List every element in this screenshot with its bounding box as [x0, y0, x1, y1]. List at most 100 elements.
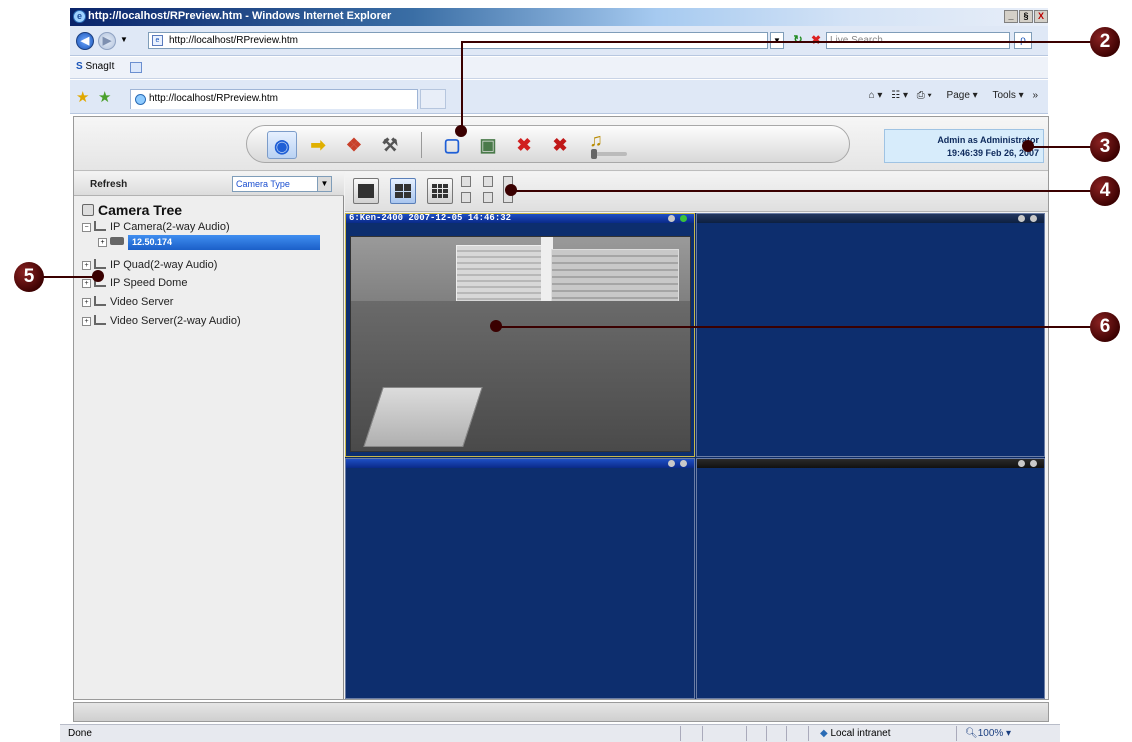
video-pane-1[interactable]: 6:Ken-2400 2007-12-05 14:46:32 — [345, 213, 695, 457]
arrow-icon: ➡ — [310, 135, 326, 155]
layout-toolbar — [345, 172, 1048, 212]
tree-node-label: Video Server — [110, 296, 174, 308]
expand-icon[interactable]: + — [82, 317, 91, 326]
pane-option-icon[interactable] — [668, 215, 675, 222]
refresh-icon: ↻ — [793, 34, 803, 46]
fullscreen-icon: ▢ — [443, 135, 461, 155]
video-pane-4[interactable] — [696, 458, 1045, 699]
page-down-icon[interactable] — [461, 192, 471, 203]
status-text: Done — [68, 728, 92, 739]
disconnect-all-button[interactable]: ✖ — [545, 131, 575, 159]
maximize-button[interactable]: § — [1019, 10, 1033, 23]
snagit-window-icon[interactable] — [130, 62, 142, 73]
disconnect-button[interactable]: ✖ — [509, 131, 539, 159]
history-dropdown-icon[interactable]: ▼ — [120, 35, 128, 44]
app-scrollbar[interactable] — [73, 702, 1049, 722]
layout-1x1-button[interactable] — [353, 178, 379, 204]
zoom-icon: 🔍︎ — [965, 728, 978, 739]
page-menu[interactable]: Page ▾ — [941, 90, 978, 101]
expand-icon[interactable]: + — [82, 298, 91, 307]
status-divider — [808, 726, 809, 741]
video-pane-header — [697, 459, 1044, 468]
callout-4: 4 — [1090, 176, 1120, 206]
selected-camera-label: 12.50.174 — [128, 235, 320, 250]
close-button[interactable]: X — [1034, 10, 1048, 23]
zoom-level[interactable]: 🔍︎100% ▾ — [965, 728, 1011, 739]
back-button[interactable]: ◀ — [76, 32, 94, 50]
home-icon[interactable]: ⌂ ▾ — [869, 90, 883, 101]
feeds-icon[interactable]: ☷ ▾ — [891, 90, 908, 101]
pane-option-icon[interactable] — [1018, 460, 1025, 467]
chevron-more-icon[interactable]: » — [1032, 90, 1038, 101]
refresh-link[interactable]: Refresh — [90, 179, 127, 190]
status-divider — [956, 726, 957, 741]
status-divider — [702, 726, 703, 741]
folder-icon — [94, 221, 106, 231]
layout-2x2-button[interactable] — [390, 178, 416, 204]
page-first-icon[interactable] — [483, 176, 493, 187]
layout-2x2-icon — [395, 184, 411, 198]
tree-node-label: Video Server(2-way Audio) — [110, 315, 241, 327]
snagit-button[interactable]: S SnagIt — [76, 61, 114, 72]
forward-icon: ▶ — [102, 35, 112, 47]
collapse-icon[interactable]: − — [82, 223, 91, 232]
tree-node-video-server-audio[interactable]: + Video Server(2-way Audio) — [82, 315, 241, 327]
expand-icon[interactable]: + — [82, 261, 91, 270]
video-pane-2[interactable] — [696, 213, 1045, 457]
pane-close-icon[interactable] — [680, 460, 687, 467]
tools-menu[interactable]: Tools ▾ — [986, 90, 1023, 101]
live-view-button[interactable]: ◉ — [267, 131, 297, 159]
callout-3-line — [1028, 146, 1094, 148]
tree-node-video-server[interactable]: + Video Server — [82, 296, 173, 308]
config-button[interactable]: ❖ — [339, 131, 369, 159]
favorites-bar: ★ ★ http://localhost/RPreview.htm ⌂ ▾ ☷ … — [70, 80, 1048, 114]
callout-5-line — [40, 276, 98, 278]
tree-node-label: IP Speed Dome — [110, 277, 188, 289]
pane-close-icon[interactable] — [1030, 215, 1037, 222]
expand-icon[interactable]: + — [98, 238, 107, 247]
pane-option-icon[interactable] — [1018, 215, 1025, 222]
status-divider — [786, 726, 787, 741]
tree-node-camera-selected[interactable]: +12.50.174 — [98, 235, 324, 251]
tree-node-ip-camera[interactable]: − IP Camera(2-way Audio) — [82, 221, 230, 233]
camera-tree-panel: Refresh Camera Type ▼ Camera Tree − IP Ca… — [74, 172, 344, 699]
tree-node-label: IP Quad(2-way Audio) — [110, 259, 218, 271]
tree-node-ip-quad[interactable]: + IP Quad(2-way Audio) — [82, 259, 217, 271]
snapshot-button[interactable]: ▣ — [473, 131, 503, 159]
hammer-icon: ⚒ — [381, 135, 399, 155]
page-up-icon[interactable] — [461, 176, 471, 187]
pane-close-icon[interactable] — [1030, 460, 1037, 467]
security-zone-label: Local intranet — [830, 728, 891, 739]
browser-tab[interactable]: http://localhost/RPreview.htm — [130, 89, 418, 109]
feed-box — [363, 387, 483, 447]
print-icon[interactable]: ⎙ ▾ — [917, 90, 932, 101]
camera-type-select[interactable]: Camera Type ▼ — [232, 176, 332, 192]
toolbar-divider — [421, 132, 422, 158]
new-tab-button[interactable] — [420, 89, 446, 109]
callout-3-dot — [1022, 140, 1034, 152]
snagit-icon: S — [76, 61, 83, 72]
main-toolbar: ◉ ➡ ❖ ⚒ ▢ ▣ ✖ ✖ ♫ Admin as Administrator… — [74, 117, 1048, 171]
video-pane-header: 6:Ken-2400 2007-12-05 14:46:32 — [346, 213, 694, 223]
speaker-icon: ♫ — [589, 130, 603, 150]
window-titlebar: e http://localhost/RPreview.htm - Window… — [70, 8, 1048, 26]
page-last-icon[interactable] — [483, 192, 493, 203]
pane-option-icon[interactable] — [668, 460, 675, 467]
playback-button[interactable]: ➡ — [303, 131, 333, 159]
tools-button[interactable]: ⚒ — [375, 131, 405, 159]
volume-slider-handle[interactable] — [591, 149, 597, 159]
expand-icon[interactable]: + — [82, 279, 91, 288]
toolbar-pill: ◉ ➡ ❖ ⚒ ▢ ▣ ✖ ✖ ♫ — [246, 125, 850, 163]
callout-2-line — [461, 41, 1093, 43]
pane-status-icon[interactable] — [680, 215, 687, 222]
add-favorites-icon[interactable]: ★ — [98, 88, 111, 106]
globe-icon: ◆ — [820, 728, 828, 739]
forward-button[interactable]: ▶ — [98, 32, 116, 50]
video-pane-3[interactable] — [345, 458, 695, 699]
camera-icon: ▣ — [479, 135, 497, 155]
security-zone[interactable]: ◆ Local intranet — [820, 728, 891, 739]
layout-3x3-button[interactable] — [427, 178, 453, 204]
favorites-star-icon[interactable]: ★ — [76, 88, 89, 106]
browser-status-bar: Done ◆ Local intranet 🔍︎100% ▾ — [60, 724, 1060, 742]
minimize-button[interactable]: _ — [1004, 10, 1018, 23]
